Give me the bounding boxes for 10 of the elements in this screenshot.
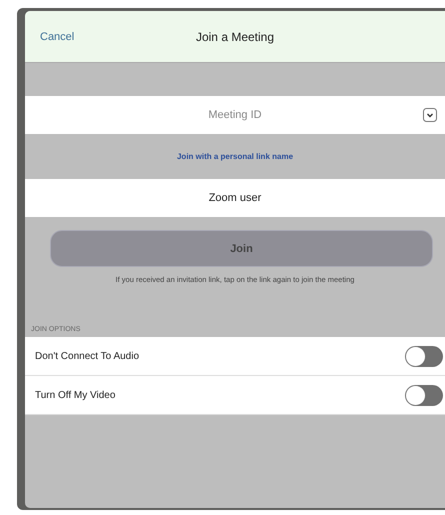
personal-link[interactable]: Join with a personal link name [176,152,294,161]
name-field[interactable]: Zoom user [25,179,445,217]
toggle-switch[interactable] [405,346,443,366]
dropdown-icon[interactable] [423,108,437,122]
option-label: Turn Off My Video [35,390,116,400]
screen-title: Join a Meeting [196,30,274,44]
option-label: Don't Connect To Audio [35,350,140,362]
cancel-button[interactable]: Cancel [40,30,74,42]
meeting-id-field[interactable]: Meeting ID [25,96,445,134]
toggle-switch[interactable] [405,384,443,406]
